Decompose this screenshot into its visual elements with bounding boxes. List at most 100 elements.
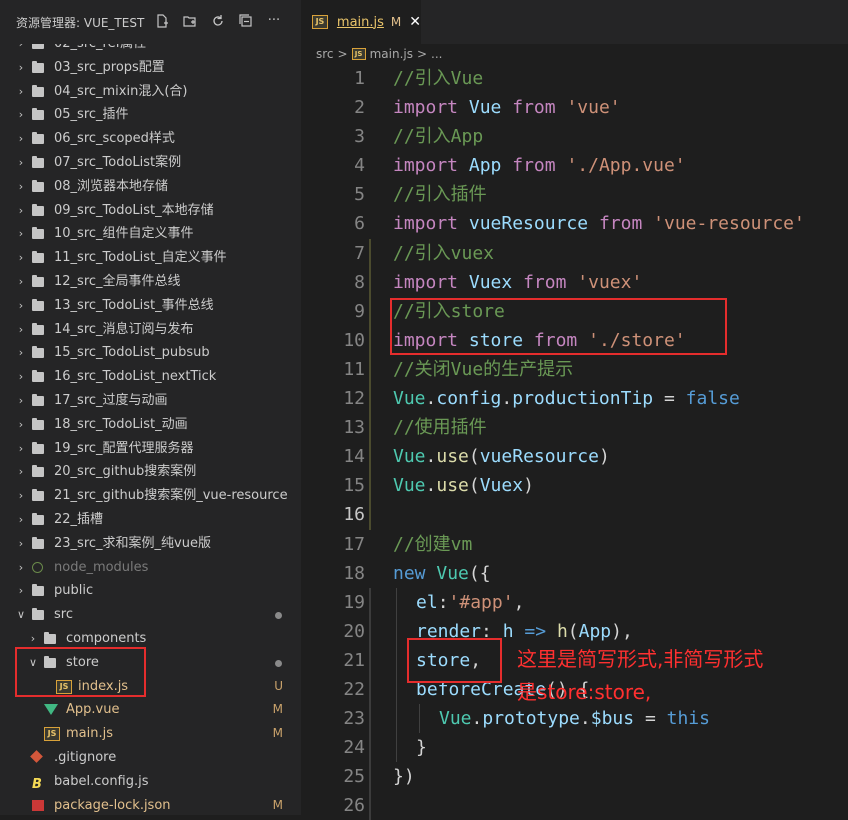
tree-item[interactable]: JS main.js M bbox=[0, 722, 301, 746]
code-line[interactable]: 12 Vue.config.productionTip = false bbox=[301, 384, 848, 413]
code-line[interactable]: 19 el:'#app', bbox=[301, 587, 848, 617]
code-line[interactable]: 26 bbox=[301, 791, 848, 820]
code-text: import Vuex from 'vuex' bbox=[393, 268, 642, 297]
chevron-right-icon[interactable]: › bbox=[16, 556, 26, 580]
code-token: Vue bbox=[393, 388, 426, 410]
tree-item[interactable]: › 12_src_全局事件总线 bbox=[0, 270, 301, 294]
tree-item[interactable]: App.vue M bbox=[0, 698, 301, 722]
code-line[interactable]: 16 bbox=[301, 500, 848, 529]
code-line[interactable]: 2 import Vue from 'vue' bbox=[301, 93, 848, 122]
chevron-right-icon[interactable]: › bbox=[16, 318, 26, 342]
code-line[interactable]: 1 //引入Vue bbox=[301, 64, 848, 93]
code-line[interactable]: 24} bbox=[301, 733, 848, 763]
code-line[interactable]: 8 import Vuex from 'vuex' bbox=[301, 268, 848, 297]
more-icon[interactable]: ··· bbox=[267, 14, 281, 28]
breadcrumb-src[interactable]: src bbox=[316, 47, 334, 61]
js-file-icon: JS bbox=[312, 15, 328, 29]
chevron-right-icon[interactable]: › bbox=[16, 270, 26, 294]
chevron-right-icon[interactable]: › bbox=[16, 222, 26, 246]
tree-item[interactable]: › 23_src_求和案例_纯vue版 bbox=[0, 532, 301, 556]
tree-item-label: 03_src_props配置 bbox=[54, 59, 165, 75]
chevron-right-icon[interactable]: › bbox=[16, 103, 26, 127]
close-icon[interactable]: ✕ bbox=[409, 14, 421, 30]
tree-item-label: 16_src_TodoList_nextTick bbox=[54, 369, 217, 385]
code-line[interactable]: 5 //引入插件 bbox=[301, 180, 848, 209]
chevron-right-icon[interactable]: › bbox=[16, 484, 26, 508]
code-line[interactable]: 4 import App from './App.vue' bbox=[301, 151, 848, 180]
chevron-right-icon[interactable]: › bbox=[16, 508, 26, 532]
chevron-right-icon[interactable]: › bbox=[16, 389, 26, 413]
breadcrumb-symbol[interactable]: ... bbox=[431, 47, 442, 61]
code-line[interactable]: 17 //创建vm bbox=[301, 530, 848, 559]
tree-item[interactable]: package-lock.json M bbox=[0, 794, 301, 816]
tree-item[interactable]: › 04_src_mixin混入(合) bbox=[0, 80, 301, 104]
chevron-right-icon[interactable]: › bbox=[16, 127, 26, 151]
chevron-right-icon[interactable]: › bbox=[16, 437, 26, 461]
chevron-right-icon[interactable]: › bbox=[16, 294, 26, 318]
tree-item[interactable]: › 15_src_TodoList_pubsub bbox=[0, 341, 301, 365]
code-line[interactable]: 25}) bbox=[301, 762, 848, 791]
chevron-right-icon[interactable]: › bbox=[16, 175, 26, 199]
tree-item[interactable]: › 10_src_组件自定义事件 bbox=[0, 222, 301, 246]
tab-main-js[interactable]: JS main.js M ✕ bbox=[301, 0, 421, 44]
code-line[interactable]: 6 import vueResource from 'vue-resource' bbox=[301, 209, 848, 238]
tree-item[interactable]: › 13_src_TodoList_事件总线 bbox=[0, 294, 301, 318]
tree-item[interactable]: › 16_src_TodoList_nextTick bbox=[0, 365, 301, 389]
collapse-icon[interactable] bbox=[239, 14, 253, 28]
folder-icon bbox=[32, 441, 44, 454]
chevron-down-icon[interactable]: ∨ bbox=[16, 603, 26, 627]
tree-item[interactable]: › 19_src_配置代理服务器 bbox=[0, 437, 301, 461]
tree-item[interactable]: › 20_src_github搜索案例 bbox=[0, 460, 301, 484]
tree-item[interactable]: › 05_src_插件 bbox=[0, 103, 301, 127]
tree-item[interactable]: › 11_src_TodoList_自定义事件 bbox=[0, 246, 301, 270]
code-line[interactable]: 11 //关闭Vue的生产提示 bbox=[301, 355, 848, 384]
chevron-right-icon[interactable]: › bbox=[16, 365, 26, 389]
code-line[interactable]: 20 render: h => h(App), bbox=[301, 616, 848, 646]
tree-item[interactable]: Bbabel.config.js bbox=[0, 770, 301, 794]
tree-item[interactable]: › 17_src_过度与动画 bbox=[0, 389, 301, 413]
breadcrumb-file[interactable]: main.js bbox=[370, 47, 413, 61]
chevron-right-icon[interactable]: › bbox=[16, 413, 26, 437]
tree-item-label: node_modules bbox=[54, 559, 149, 575]
line-number: 21 bbox=[343, 649, 365, 671]
indent-guide bbox=[419, 704, 420, 734]
new-folder-icon[interactable] bbox=[183, 14, 197, 28]
tree-item[interactable]: › 03_src_props配置 bbox=[0, 56, 301, 80]
tree-item[interactable]: › 18_src_TodoList_动画 bbox=[0, 413, 301, 437]
chevron-right-icon[interactable]: › bbox=[16, 80, 26, 104]
tree-item[interactable]: › node_modules bbox=[0, 556, 301, 580]
code-line[interactable]: 13 //使用插件 bbox=[301, 413, 848, 442]
line-number: 11 bbox=[343, 358, 365, 380]
tab-modified-badge: M bbox=[390, 15, 402, 29]
chevron-right-icon[interactable]: › bbox=[16, 532, 26, 556]
tree-item[interactable]: › 21_src_github搜索案例_vue-resource bbox=[0, 484, 301, 508]
tree-item[interactable]: .gitignore bbox=[0, 746, 301, 770]
tree-item[interactable]: › 09_src_TodoList_本地存储 bbox=[0, 199, 301, 223]
chevron-right-icon[interactable]: › bbox=[16, 199, 26, 223]
code-line[interactable]: 15 Vue.use(Vuex) bbox=[301, 471, 848, 500]
chevron-right-icon[interactable]: › bbox=[16, 56, 26, 80]
tree-item[interactable]: ∨ src bbox=[0, 603, 301, 627]
chevron-right-icon[interactable]: › bbox=[16, 246, 26, 270]
chevron-right-icon[interactable]: › bbox=[16, 460, 26, 484]
tree-item[interactable]: › 06_src_scoped样式 bbox=[0, 127, 301, 151]
tree-item[interactable]: › 07_src_TodoList案例 bbox=[0, 151, 301, 175]
tree-item[interactable]: › 14_src_消息订阅与发布 bbox=[0, 318, 301, 342]
tree-item[interactable]: › public bbox=[0, 579, 301, 603]
code-line[interactable]: 3 //引入App bbox=[301, 122, 848, 151]
code-line[interactable]: 14 Vue.use(vueResource) bbox=[301, 442, 848, 471]
code-line[interactable]: 23 Vue.prototype.$bus = this bbox=[301, 704, 848, 734]
explorer-sidebar: ›02_src_ref属性›03_src_props配置›04_src_mixi… bbox=[0, 0, 301, 815]
chevron-right-icon[interactable]: › bbox=[16, 151, 26, 175]
chevron-right-icon[interactable]: › bbox=[16, 579, 26, 603]
new-file-icon[interactable] bbox=[155, 14, 169, 28]
code-line[interactable]: 7 //引入vuex bbox=[301, 239, 848, 268]
tree-item[interactable]: › 08_浏览器本地存储 bbox=[0, 175, 301, 199]
refresh-icon[interactable] bbox=[211, 14, 225, 28]
tree-item[interactable]: › 22_插槽 bbox=[0, 508, 301, 532]
chevron-right-icon[interactable]: › bbox=[16, 341, 26, 365]
code-line[interactable]: 18 new Vue({ bbox=[301, 559, 848, 588]
code-token: //关闭Vue的生产提示 bbox=[393, 358, 574, 380]
